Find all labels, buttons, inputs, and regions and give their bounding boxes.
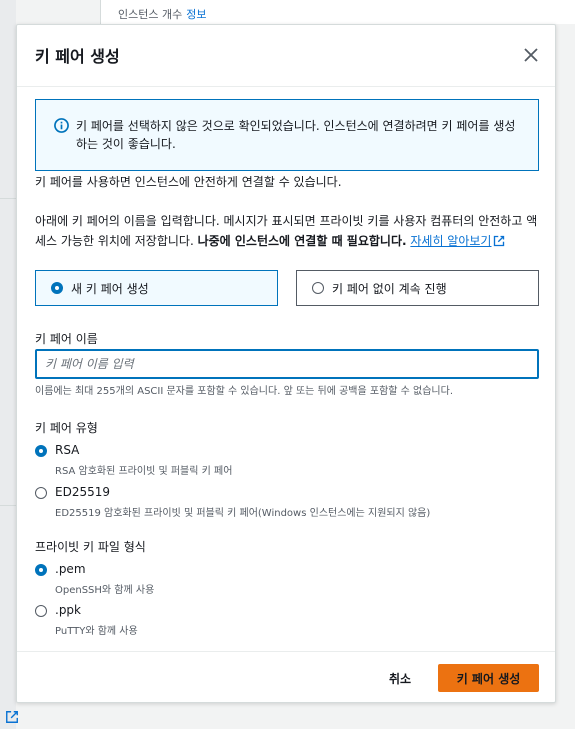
- background-top-text: 인스턴스 개수: [118, 8, 183, 21]
- key-type-option-rsa[interactable]: RSA RSA 암호화된 프라이빗 및 퍼블릭 키 페어: [35, 443, 535, 479]
- create-key-pair-modal: 키 페어 생성 키 페어를 선택하지 않은 것으로 확인되었습니다. 인스턴스에…: [16, 24, 556, 703]
- background-info-link[interactable]: 정보: [186, 8, 206, 21]
- external-link-icon[interactable]: [4, 710, 20, 724]
- alert-message: 키 페어를 선택하지 않은 것으로 확인되었습니다. 인스턴스에 연결하려면 키…: [76, 119, 516, 151]
- description-emphasis: 나중에 인스턴스에 연결할 때 필요합니다.: [197, 234, 407, 248]
- option-description: RSA 암호화된 프라이빗 및 퍼블릭 키 페어: [55, 466, 233, 477]
- radio-button[interactable]: [35, 564, 47, 576]
- intro-text: 키 페어를 사용하면 인스턴스에 안전하게 연결할 수 있습니다.: [35, 175, 342, 189]
- create-new-key-pair-tile[interactable]: 새 키 페어 생성: [35, 270, 278, 306]
- info-alert: 키 페어를 선택하지 않은 것으로 확인되었습니다. 인스턴스에 연결하려면 키…: [35, 99, 539, 171]
- radio-button[interactable]: [51, 282, 63, 294]
- modal-footer: 취소 키 페어 생성: [17, 651, 555, 704]
- key-type-option-ed25519[interactable]: ED25519 ED25519 암호화된 프라이빗 및 퍼블릭 키 페어(Win…: [35, 485, 535, 521]
- background-divider: [0, 198, 16, 199]
- learn-more-link[interactable]: 자세히 알아보기: [410, 234, 491, 248]
- key-pair-name-hint: 이름에는 최대 255개의 ASCII 문자를 포함할 수 있습니다. 앞 또는…: [35, 386, 454, 397]
- radio-button[interactable]: [35, 605, 47, 617]
- description-text: 아래에 키 페어의 이름을 입력합니다. 메시지가 표시되면 프라이빗 키를 사…: [35, 211, 547, 251]
- create-key-pair-button[interactable]: 키 페어 생성: [438, 664, 539, 692]
- external-link-icon[interactable]: [493, 235, 505, 247]
- proceed-without-key-pair-tile[interactable]: 키 페어 없이 계속 진행: [296, 270, 539, 306]
- background-left-strip: [0, 0, 16, 729]
- format-option-ppk[interactable]: .ppk PuTTY와 함께 사용: [35, 603, 535, 639]
- background-instance-count-label: 인스턴스 개수 정보: [118, 6, 206, 22]
- tile-label: 키 페어 없이 계속 진행: [332, 282, 447, 296]
- option-title: .pem: [55, 562, 86, 576]
- info-icon: [54, 118, 69, 133]
- option-title: ED25519: [55, 485, 110, 499]
- modal-header: 키 페어 생성: [17, 25, 555, 87]
- tile-label: 새 키 페어 생성: [71, 282, 149, 296]
- modal-title: 키 페어 생성: [35, 47, 120, 66]
- cancel-button[interactable]: 취소: [379, 664, 421, 692]
- background-divider: [0, 505, 16, 506]
- key-pair-name-label: 키 페어 이름: [35, 332, 98, 346]
- format-option-pem[interactable]: .pem OpenSSH와 함께 사용: [35, 562, 535, 598]
- option-description: PuTTY와 함께 사용: [55, 626, 138, 637]
- private-key-format-label: 프라이빗 키 파일 형식: [35, 540, 146, 554]
- radio-button[interactable]: [35, 445, 47, 457]
- radio-button[interactable]: [35, 487, 47, 499]
- radio-button[interactable]: [312, 282, 324, 294]
- key-pair-name-input[interactable]: [35, 349, 539, 379]
- option-title: .ppk: [55, 603, 81, 617]
- option-title: RSA: [55, 443, 80, 457]
- close-icon[interactable]: [523, 47, 539, 63]
- option-description: ED25519 암호화된 프라이빗 및 퍼블릭 키 페어(Windows 인스턴…: [55, 508, 431, 519]
- key-pair-type-label: 키 페어 유형: [35, 421, 98, 435]
- option-description: OpenSSH와 함께 사용: [55, 585, 155, 596]
